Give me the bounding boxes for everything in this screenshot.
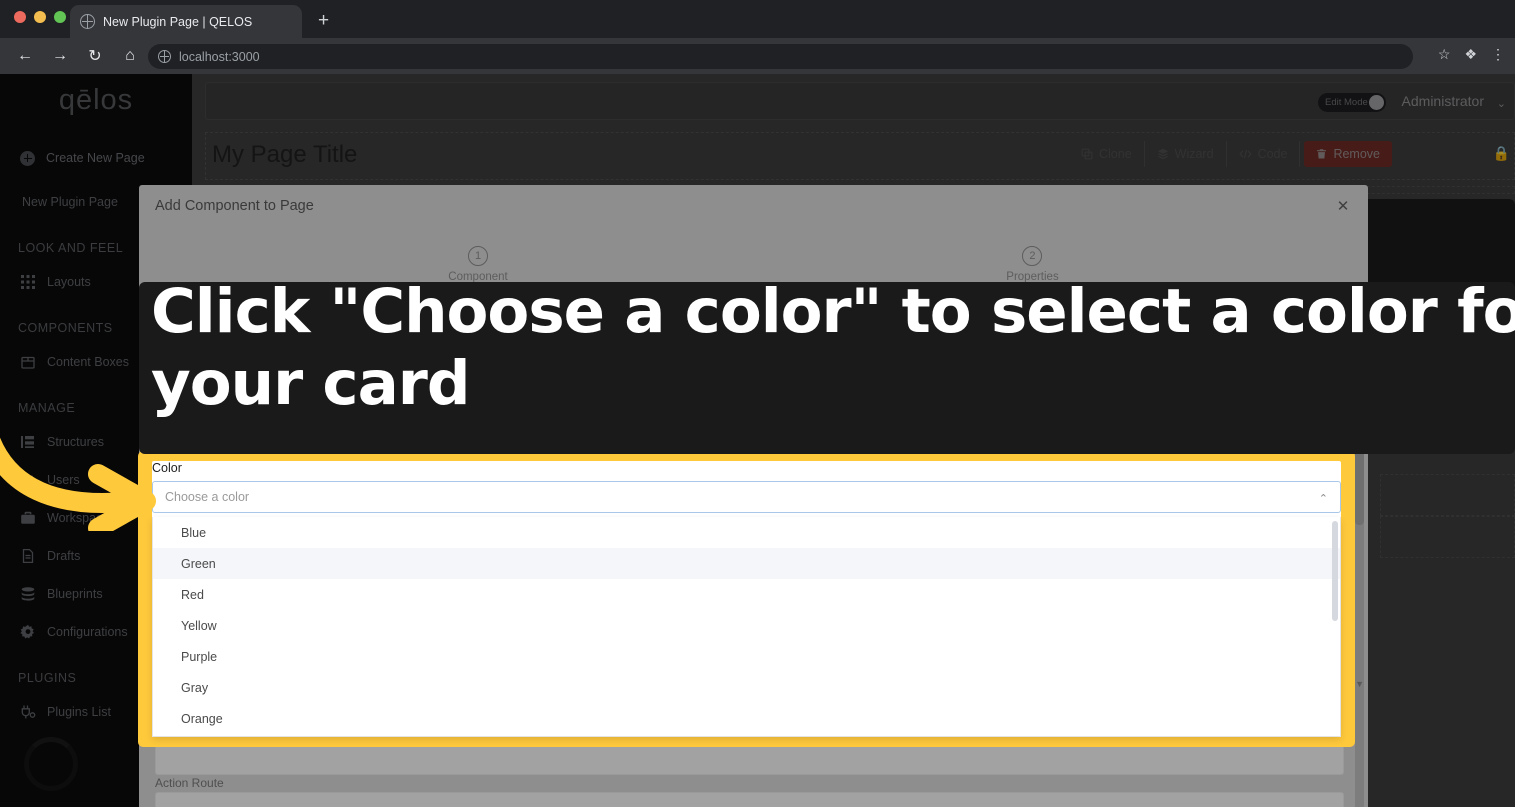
extensions-icon[interactable]: ❖ xyxy=(1464,46,1477,63)
color-option-yellow[interactable]: Yellow xyxy=(153,610,1340,641)
screen: New Plugin Page | QELOS + ← → ↻ ⌂ localh… xyxy=(0,0,1515,807)
scroll-down-arrow-icon[interactable]: ▼ xyxy=(1355,679,1364,689)
home-icon[interactable]: ⌂ xyxy=(119,45,141,67)
color-field-container: Color Choose a color ⌃ Blue Green Red Ye… xyxy=(152,461,1341,737)
close-window-button[interactable] xyxy=(14,11,26,23)
step-number: 1 xyxy=(468,245,488,266)
color-options-dropdown[interactable]: Blue Green Red Yellow Purple Gray Orange xyxy=(152,517,1341,737)
maximize-window-button[interactable] xyxy=(54,11,66,23)
chevron-up-icon[interactable]: ⌃ xyxy=(1319,492,1328,505)
instruction-banner: Click "Choose a color" to select a color… xyxy=(139,276,1515,454)
field-input-image[interactable] xyxy=(155,745,1344,775)
dropdown-scrollbar-thumb[interactable] xyxy=(1332,521,1338,621)
toolbar-right-actions: ☆ ❖ ⋮ xyxy=(1438,46,1505,63)
step-number: 2 xyxy=(1022,245,1043,266)
browser-titlebar: New Plugin Page | QELOS + xyxy=(0,0,1515,38)
color-option-orange[interactable]: Orange xyxy=(153,703,1340,734)
app-viewport: qēlos Create New Page New Plugin Page LO… xyxy=(0,74,1515,807)
bookmark-star-icon[interactable]: ☆ xyxy=(1438,46,1451,63)
browser-menu-icon[interactable]: ⋮ xyxy=(1491,46,1505,63)
browser-toolbar: ← → ↻ ⌂ localhost:3000 ☆ ❖ ⋮ xyxy=(0,38,1515,74)
color-option-gray[interactable]: Gray xyxy=(153,672,1340,703)
color-select-input[interactable]: Choose a color ⌃ xyxy=(152,481,1341,513)
window-controls[interactable] xyxy=(14,11,66,23)
field-label-action-route: Action Route xyxy=(155,776,224,790)
minimize-window-button[interactable] xyxy=(34,11,46,23)
url-text: localhost:3000 xyxy=(179,49,260,64)
back-icon[interactable]: ← xyxy=(14,45,36,67)
close-icon[interactable]: ✕ xyxy=(1334,197,1352,215)
site-globe-icon xyxy=(158,50,171,63)
pointer-arrow-icon xyxy=(0,437,156,531)
new-tab-button[interactable]: + xyxy=(318,11,329,30)
color-option-purple[interactable]: Purple xyxy=(153,641,1340,672)
reload-icon[interactable]: ↻ xyxy=(84,45,106,67)
color-option-green[interactable]: Green xyxy=(153,548,1340,579)
browser-tab[interactable]: New Plugin Page | QELOS xyxy=(70,5,302,38)
modal-footer: Cancel Back Confirm xyxy=(139,799,1368,807)
globe-icon xyxy=(80,14,95,29)
color-option-red[interactable]: Red xyxy=(153,579,1340,610)
dropdown-scrollbar[interactable] xyxy=(1332,521,1338,733)
instruction-text: Click "Choose a color" to select a color… xyxy=(151,276,1515,419)
modal-title: Add Component to Page xyxy=(155,198,314,214)
address-bar[interactable]: localhost:3000 xyxy=(148,44,1413,69)
forward-icon[interactable]: → xyxy=(49,45,71,67)
color-option-blue[interactable]: Blue xyxy=(153,517,1340,548)
modal-header: Add Component to Page ✕ xyxy=(139,185,1368,227)
color-field-highlight: Color Choose a color ⌃ Blue Green Red Ye… xyxy=(139,452,1354,746)
tab-title: New Plugin Page | QELOS xyxy=(103,14,253,29)
